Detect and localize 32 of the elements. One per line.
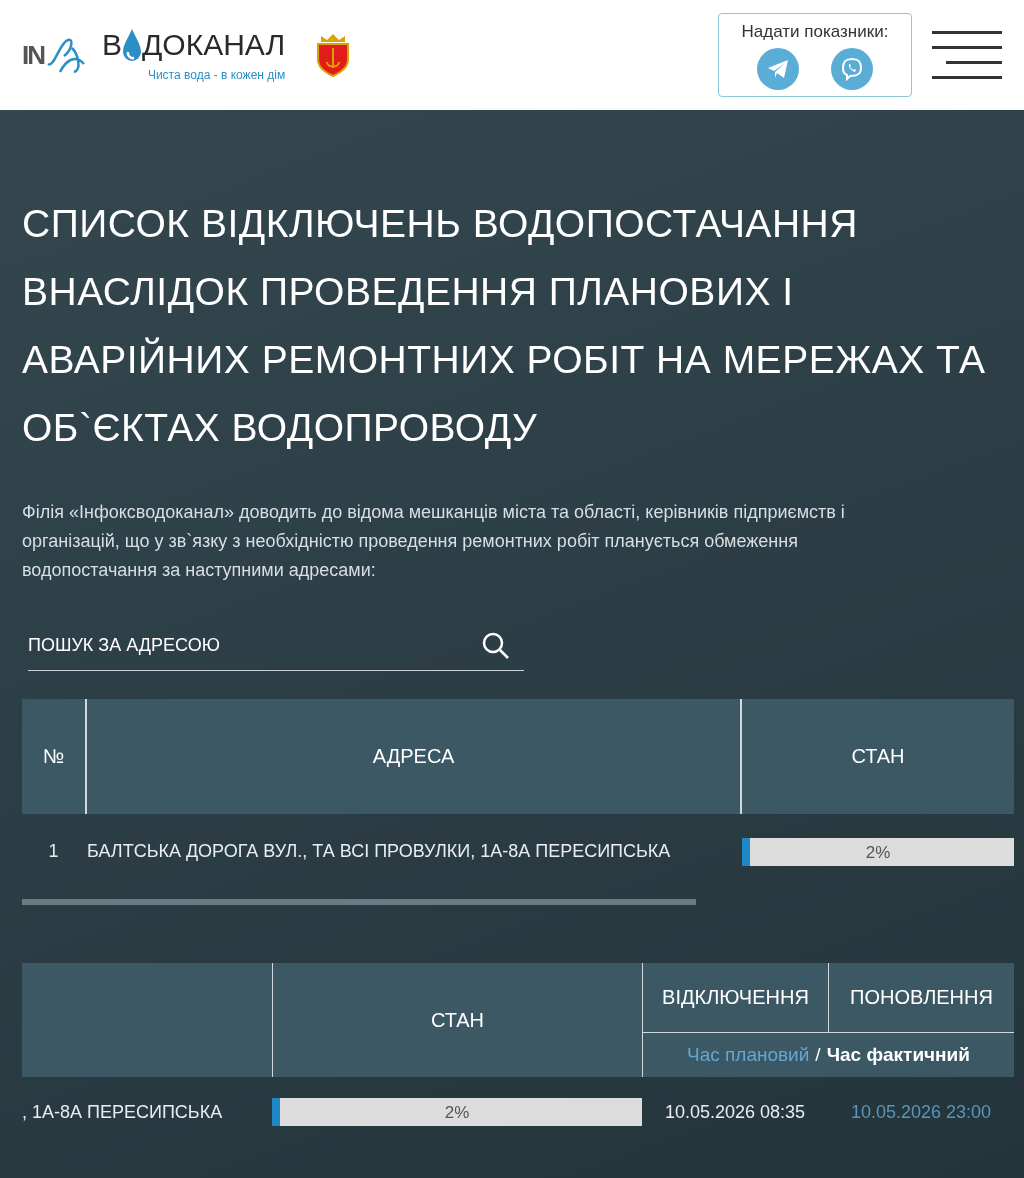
tagline: Чиста вода - в кожен дім: [147, 68, 286, 82]
intro-text: Філія «Інфоксводоканал» доводить до відома мешканців міста та області, керівників підприємств і організацій, що у зв`язку з необхідністю проведення ремонтних робіт планується обмеження водопостачання за наступними адресами:: [22, 501, 846, 582]
column-header: ВІДКЛЮЧЕННЯ: [642, 963, 828, 1033]
submit-readings-label: Надати показники:: [741, 22, 889, 42]
column-header: №: [22, 699, 85, 814]
viber-button[interactable]: [831, 48, 873, 90]
column-header: СТАН: [740, 699, 1014, 814]
brand-letter: В: [102, 30, 122, 60]
column-header: ПОНОВЛЕННЯ: [828, 963, 1014, 1033]
brand-name: ДОКАНАЛ: [142, 30, 286, 60]
table-cell-text: , 1А-8А ПЕРЕСИПСЬКА: [22, 1100, 224, 1124]
table-cell-text: 10.05.2026 23:00: [849, 1100, 993, 1124]
page-title: СПИСОК ВІДКЛЮЧЕНЬ ВОДОПОСТАЧАННЯ ВНАСЛІДОК ПРОВЕДЕННЯ ПЛАНОВИХ І АВАРІЙНИХ РЕМОНТНИХ РОБІТ НА МЕРЕЖАХ ТА ОБ`ЄКТАХ ВОДОПРОВОДУ: [22, 201, 987, 451]
column-header: АДРЕСА: [85, 699, 740, 814]
paper-plane-icon: [767, 59, 789, 79]
column-header: СТАН: [272, 963, 642, 1077]
water-drop-icon: [122, 28, 142, 62]
table-cell-text: 10.05.2026 08:35: [663, 1100, 807, 1124]
planned-time-label: Час плановий: [687, 1044, 810, 1066]
telegram-button[interactable]: [757, 48, 799, 90]
search-field[interactable]: ПОШУК ЗА АДРЕСОЮ: [28, 621, 524, 671]
phone-bubble-icon: [840, 57, 864, 81]
progress-reading: 2%: [443, 1103, 471, 1123]
coat-of-arms-icon: [315, 32, 352, 78]
search-icon[interactable]: [482, 632, 510, 660]
actual-time-label: Час фактичний: [826, 1044, 970, 1066]
table-cell-text: БАЛТСЬКА ДОРОГА ВУЛ., ТА ВСІ ПРОВУЛКИ, 1А-8А ПЕРЕСИПСЬКА: [86, 840, 672, 863]
horizontal-scrollbar[interactable]: [22, 899, 696, 905]
table-cell-text: 1: [47, 840, 60, 863]
separator: /: [815, 1044, 821, 1066]
progress-reading: 2%: [864, 842, 892, 863]
menu-button[interactable]: [932, 31, 1002, 79]
